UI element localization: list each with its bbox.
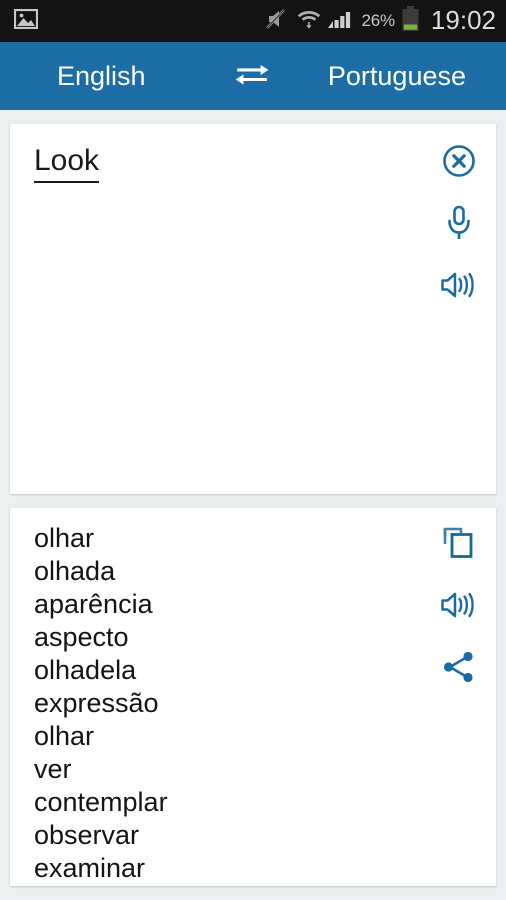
swap-languages-button[interactable] bbox=[228, 62, 280, 92]
translation-item: olhar bbox=[34, 721, 95, 751]
source-action-rail bbox=[424, 124, 496, 494]
wifi-icon bbox=[297, 8, 321, 35]
translation-item: olhada bbox=[34, 556, 116, 586]
share-icon bbox=[442, 650, 476, 689]
copy-button[interactable] bbox=[436, 522, 482, 568]
translation-item: aparência bbox=[34, 589, 153, 619]
cellular-signal-icon bbox=[328, 8, 354, 35]
speaker-icon bbox=[440, 589, 478, 626]
battery-percent-label: 26% bbox=[361, 11, 395, 30]
translation-item: examinar bbox=[34, 853, 146, 883]
clear-button[interactable] bbox=[436, 140, 482, 186]
source-language-button[interactable]: English bbox=[57, 62, 146, 90]
source-text-input[interactable]: Look bbox=[34, 143, 100, 183]
status-bar-left-icons bbox=[13, 8, 39, 34]
microphone-button[interactable] bbox=[436, 202, 482, 248]
microphone-icon bbox=[444, 205, 474, 246]
status-bar-right-icons: 26% 19:02 bbox=[266, 5, 496, 37]
translation-result-card[interactable]: olhar olhada aparência aspecto olhadela expre… bbox=[10, 508, 496, 886]
target-language-button[interactable]: Portuguese bbox=[328, 62, 466, 90]
translation-item: observar bbox=[34, 820, 140, 850]
translation-item: ver bbox=[34, 754, 72, 784]
result-action-rail bbox=[424, 508, 496, 886]
translation-item: contemplar bbox=[34, 787, 168, 817]
swap-horizontal-icon bbox=[231, 61, 277, 94]
gallery-image-icon bbox=[13, 8, 39, 34]
copy-icon bbox=[442, 526, 476, 565]
translation-item: olhadela bbox=[34, 655, 137, 685]
language-header: English Portuguese bbox=[0, 42, 506, 110]
translation-item: olhar bbox=[34, 523, 95, 553]
translation-item: aspecto bbox=[34, 622, 129, 652]
status-bar-clock: 19:02 bbox=[430, 5, 496, 35]
speaker-icon bbox=[440, 269, 478, 306]
translation-list: olhar olhada aparência aspecto olhadela expre… bbox=[34, 522, 416, 885]
translation-item: expressão bbox=[34, 688, 159, 718]
speak-result-button[interactable] bbox=[436, 584, 482, 630]
source-text-card[interactable]: Look bbox=[10, 124, 496, 494]
share-button[interactable] bbox=[436, 646, 482, 692]
status-bar: 26% 19:02 bbox=[0, 0, 506, 42]
close-circle-icon bbox=[442, 144, 476, 183]
speak-source-button[interactable] bbox=[436, 264, 482, 310]
volume-mute-icon bbox=[266, 8, 290, 35]
battery-icon bbox=[402, 5, 419, 37]
